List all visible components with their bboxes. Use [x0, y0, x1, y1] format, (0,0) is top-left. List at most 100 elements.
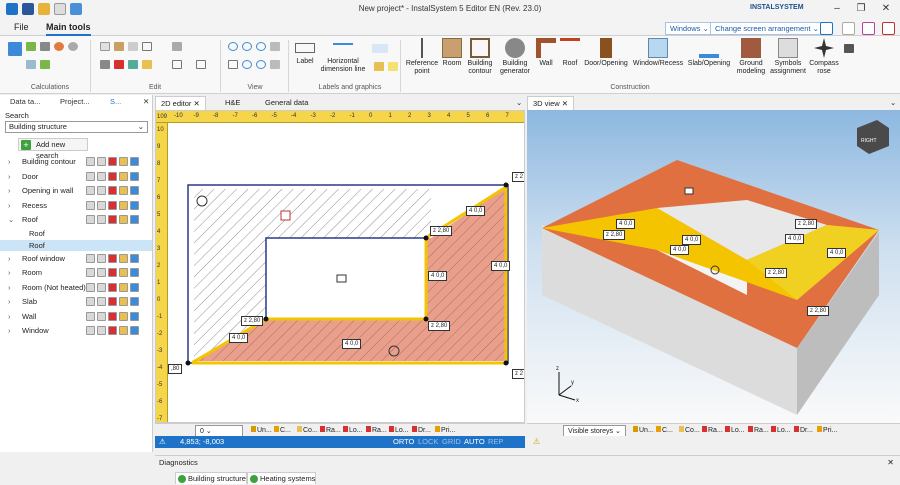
chevron-right-icon[interactable]: ›: [8, 310, 11, 323]
edit-icon[interactable]: [119, 297, 128, 306]
tab-general-data[interactable]: General data: [260, 96, 313, 110]
lock-icon[interactable]: [97, 253, 106, 263]
search-select[interactable]: Building structure ⌄: [5, 121, 148, 133]
compass-marker-icon[interactable]: [196, 195, 208, 207]
dimension-label[interactable]: 4 0,0: [682, 235, 702, 245]
lock-icon[interactable]: [97, 268, 106, 277]
properties-icon[interactable]: [130, 326, 139, 335]
edit-icon[interactable]: [119, 215, 128, 224]
layer-toggle[interactable]: Dr...: [794, 425, 813, 436]
add-search-button[interactable]: + Add new search: [18, 138, 88, 160]
picture-icon[interactable]: [374, 62, 384, 71]
visibility-icon[interactable]: [86, 311, 95, 321]
layer-toggle[interactable]: Ra...: [320, 425, 341, 436]
dimension-label[interactable]: 4 0,0: [670, 245, 690, 255]
rep-toggle[interactable]: REP: [488, 436, 503, 448]
duplicate-icon[interactable]: [128, 42, 138, 51]
tree-item[interactable]: › Room: [0, 266, 152, 279]
calc-icon[interactable]: [8, 42, 22, 56]
tree-item[interactable]: › Building contour: [0, 155, 152, 168]
remove-icon[interactable]: [108, 268, 117, 277]
layer-toggle[interactable]: Pri...: [435, 425, 455, 436]
screen-arrangement-dropdown[interactable]: Change screen arrangement ⌄: [710, 22, 824, 35]
roof-symbol-icon[interactable]: [280, 210, 291, 221]
edit-icon[interactable]: [119, 326, 128, 335]
list-icon[interactable]: [26, 60, 36, 69]
text-style-icon[interactable]: [372, 44, 388, 53]
edit-icon[interactable]: [119, 171, 128, 181]
edit-icon[interactable]: [119, 200, 128, 210]
remove-icon[interactable]: [108, 186, 117, 195]
refresh-icon[interactable]: [270, 60, 280, 69]
flame-icon[interactable]: [68, 42, 78, 51]
layer-toggle[interactable]: Un...: [633, 425, 654, 436]
visibility-icon[interactable]: [86, 253, 95, 263]
visibility-icon[interactable]: [86, 215, 95, 224]
chevron-right-icon[interactable]: ›: [8, 184, 11, 197]
layer-toggle[interactable]: C...: [656, 425, 673, 436]
chevron-right-icon[interactable]: ›: [8, 252, 11, 265]
tab-building-structure[interactable]: Building structure: [175, 472, 247, 484]
slab-opening-tool[interactable]: Slab/Opening: [686, 38, 732, 68]
note-icon[interactable]: [388, 62, 398, 71]
dimension-label[interactable]: 4 0,0: [785, 234, 805, 244]
lock-icon[interactable]: [97, 311, 106, 321]
chevron-right-icon[interactable]: ›: [8, 199, 11, 212]
tab-project[interactable]: Project...: [60, 97, 90, 106]
frame-icon[interactable]: [142, 42, 152, 51]
dimension-label[interactable]: z 2,80: [603, 230, 626, 240]
roof-tool[interactable]: Roof: [558, 38, 582, 68]
settings-icon[interactable]: [882, 22, 895, 35]
visibility-icon[interactable]: [86, 171, 95, 181]
lock-icon[interactable]: [97, 186, 106, 195]
grid-small-icon[interactable]: [40, 60, 50, 69]
window-recess-tool[interactable]: Window/Recess: [630, 38, 686, 68]
vertex-point[interactable]: [503, 182, 509, 188]
zoom-out-icon[interactable]: [242, 42, 252, 51]
remove-icon[interactable]: [108, 297, 117, 306]
cut-icon[interactable]: [100, 60, 110, 69]
zoom-next-icon[interactable]: [256, 60, 266, 69]
tree-item[interactable]: › Wall: [0, 310, 152, 323]
properties-icon[interactable]: [130, 215, 139, 224]
remove-icon[interactable]: [108, 253, 117, 263]
help-icon[interactable]: [862, 22, 875, 35]
tree-item[interactable]: › Door: [0, 170, 152, 183]
symbols-assignment-tool[interactable]: Symbols assignment: [770, 38, 806, 76]
room-tool[interactable]: Room: [440, 38, 464, 68]
compass-rose-tool[interactable]: Compass rose: [806, 38, 842, 76]
properties-icon[interactable]: [130, 311, 139, 321]
minimize-button[interactable]: –: [826, 2, 848, 16]
dimension-label[interactable]: 4 0,0: [616, 219, 636, 229]
layer-toggle[interactable]: Lo...: [725, 425, 745, 436]
maximize-button[interactable]: ❐: [850, 2, 872, 16]
dimension-label[interactable]: 4 0,0: [229, 333, 249, 343]
tab-he[interactable]: H&E: [220, 96, 245, 110]
lock-icon[interactable]: [97, 215, 106, 224]
close-panel-icon[interactable]: ✕: [143, 97, 149, 106]
edit-icon[interactable]: [119, 268, 128, 277]
room-symbol-icon[interactable]: [336, 274, 347, 283]
dimension-label[interactable]: z 2: [512, 369, 524, 379]
dimension-label[interactable]: z 2,80: [765, 268, 788, 278]
tree-subitem[interactable]: Roof: [0, 228, 152, 239]
remove-icon[interactable]: [108, 171, 117, 181]
properties-icon[interactable]: [130, 171, 139, 181]
auto-toggle[interactable]: AUTO: [464, 436, 485, 448]
menu-main-tools[interactable]: Main tools: [46, 22, 91, 36]
layer-toggle[interactable]: Co...: [297, 425, 318, 436]
dimension-label[interactable]: 4 0,0: [827, 248, 847, 258]
visibility-icon[interactable]: [86, 186, 95, 195]
drop-icon[interactable]: [54, 42, 64, 51]
layer-toggle[interactable]: Lo...: [343, 425, 363, 436]
chevron-right-icon[interactable]: ›: [8, 266, 11, 279]
view3d-canvas[interactable]: RIGHT z x y 4 0,0 z 2,80 4 0,0 4 0,0 z 2,80 4…: [527, 110, 900, 423]
vertex-point[interactable]: [263, 316, 269, 322]
mirror-icon[interactable]: [172, 42, 182, 51]
zoom-window-icon[interactable]: [256, 42, 266, 51]
edit-icon[interactable]: [119, 157, 128, 166]
remove-icon[interactable]: [108, 326, 117, 335]
remove-icon[interactable]: [108, 157, 117, 166]
close-panel-icon[interactable]: ✕: [887, 458, 894, 467]
zoom-prev-icon[interactable]: [242, 60, 252, 69]
